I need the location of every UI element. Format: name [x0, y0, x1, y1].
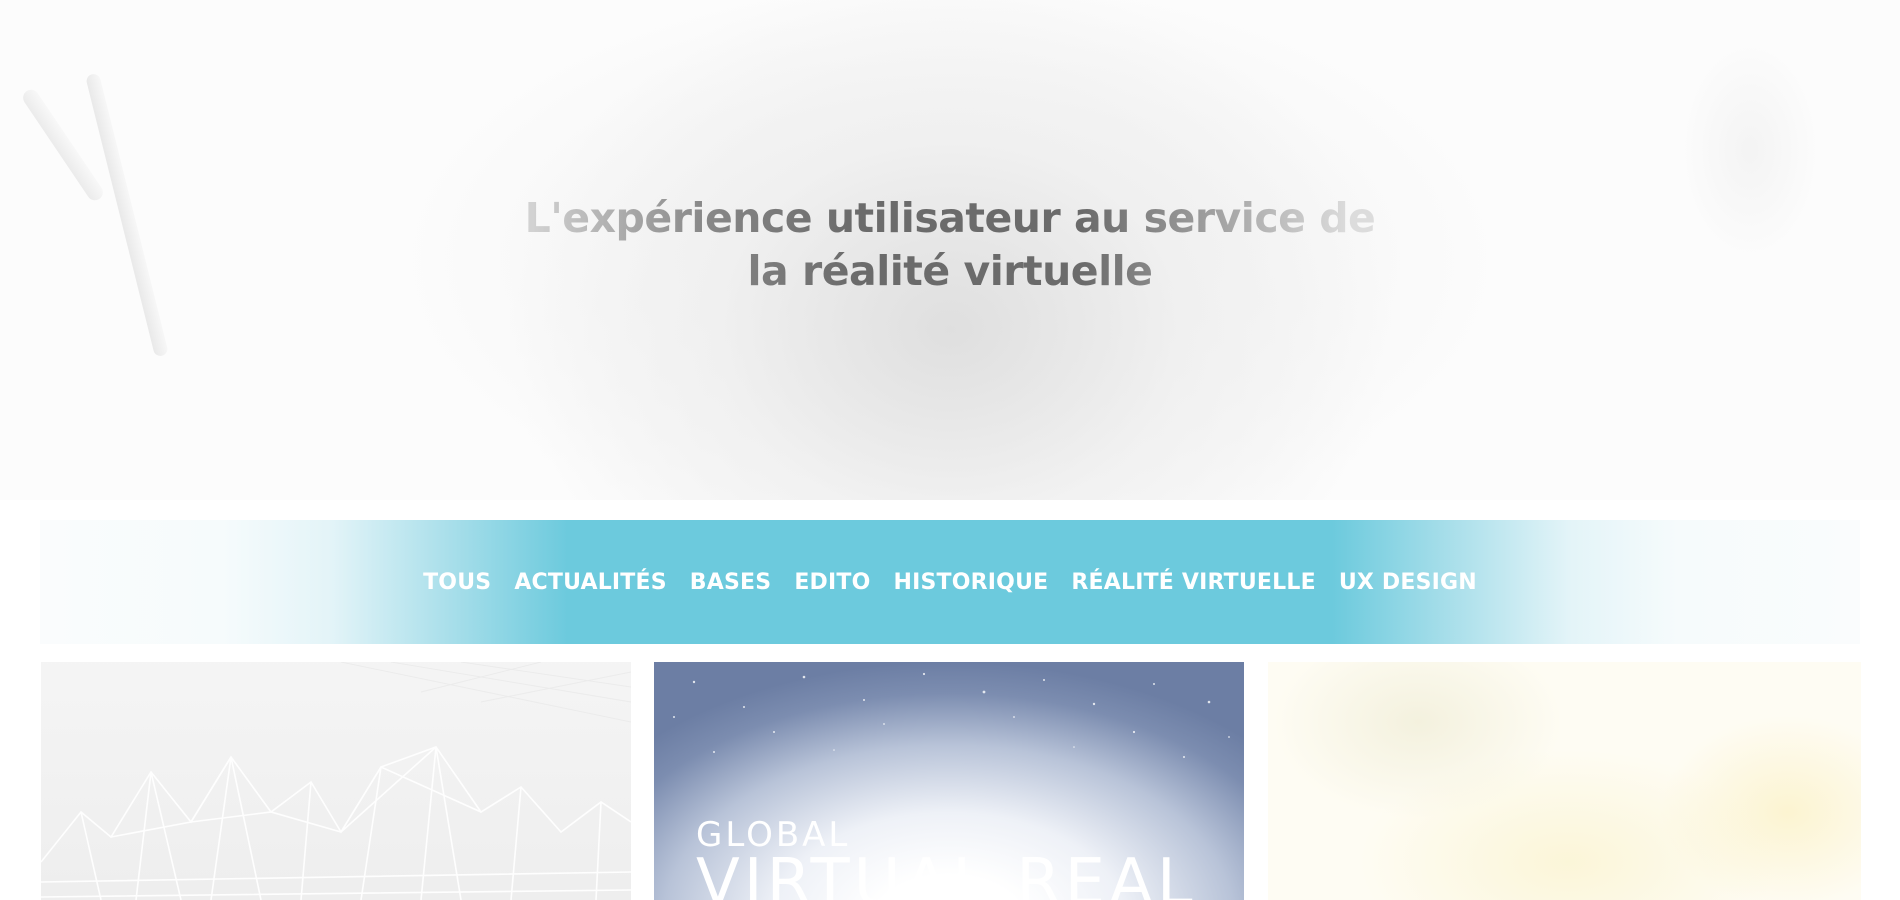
post-card-yellow-image[interactable]: [1268, 662, 1861, 900]
filter-historique[interactable]: HISTORIQUE: [894, 570, 1049, 595]
wireframe-mountains-image: [41, 662, 631, 900]
post-card-wireframe-mountains[interactable]: [41, 662, 631, 900]
category-filter-bar: TOUS ACTUALITÉS BASES EDITO HISTORIQUE R…: [40, 520, 1860, 644]
filter-edito[interactable]: EDITO: [794, 570, 870, 595]
page-title-line-2: la réalité virtuelle: [747, 247, 1153, 295]
category-filter-list: TOUS ACTUALITÉS BASES EDITO HISTORIQUE R…: [423, 570, 1477, 595]
page-title: L'expérience utilisateur au service de l…: [0, 192, 1900, 298]
post-grid: GLOBAL VIRTUAL REAL: [41, 662, 1861, 900]
filter-tous[interactable]: TOUS: [423, 570, 491, 595]
filter-bases[interactable]: BASES: [690, 570, 772, 595]
post-card-global-virtual-reality[interactable]: GLOBAL VIRTUAL REAL: [654, 662, 1244, 900]
filter-ux-design[interactable]: UX DESIGN: [1339, 570, 1477, 595]
filter-actualites[interactable]: ACTUALITÉS: [514, 570, 666, 595]
page-title-line-1: L'expérience utilisateur au service de: [524, 194, 1376, 242]
filter-realite-virtuelle[interactable]: RÉALITÉ VIRTUELLE: [1071, 570, 1315, 595]
card-image-text-big: VIRTUAL REAL: [696, 846, 1197, 900]
hero-banner: L'expérience utilisateur au service de l…: [0, 0, 1900, 500]
